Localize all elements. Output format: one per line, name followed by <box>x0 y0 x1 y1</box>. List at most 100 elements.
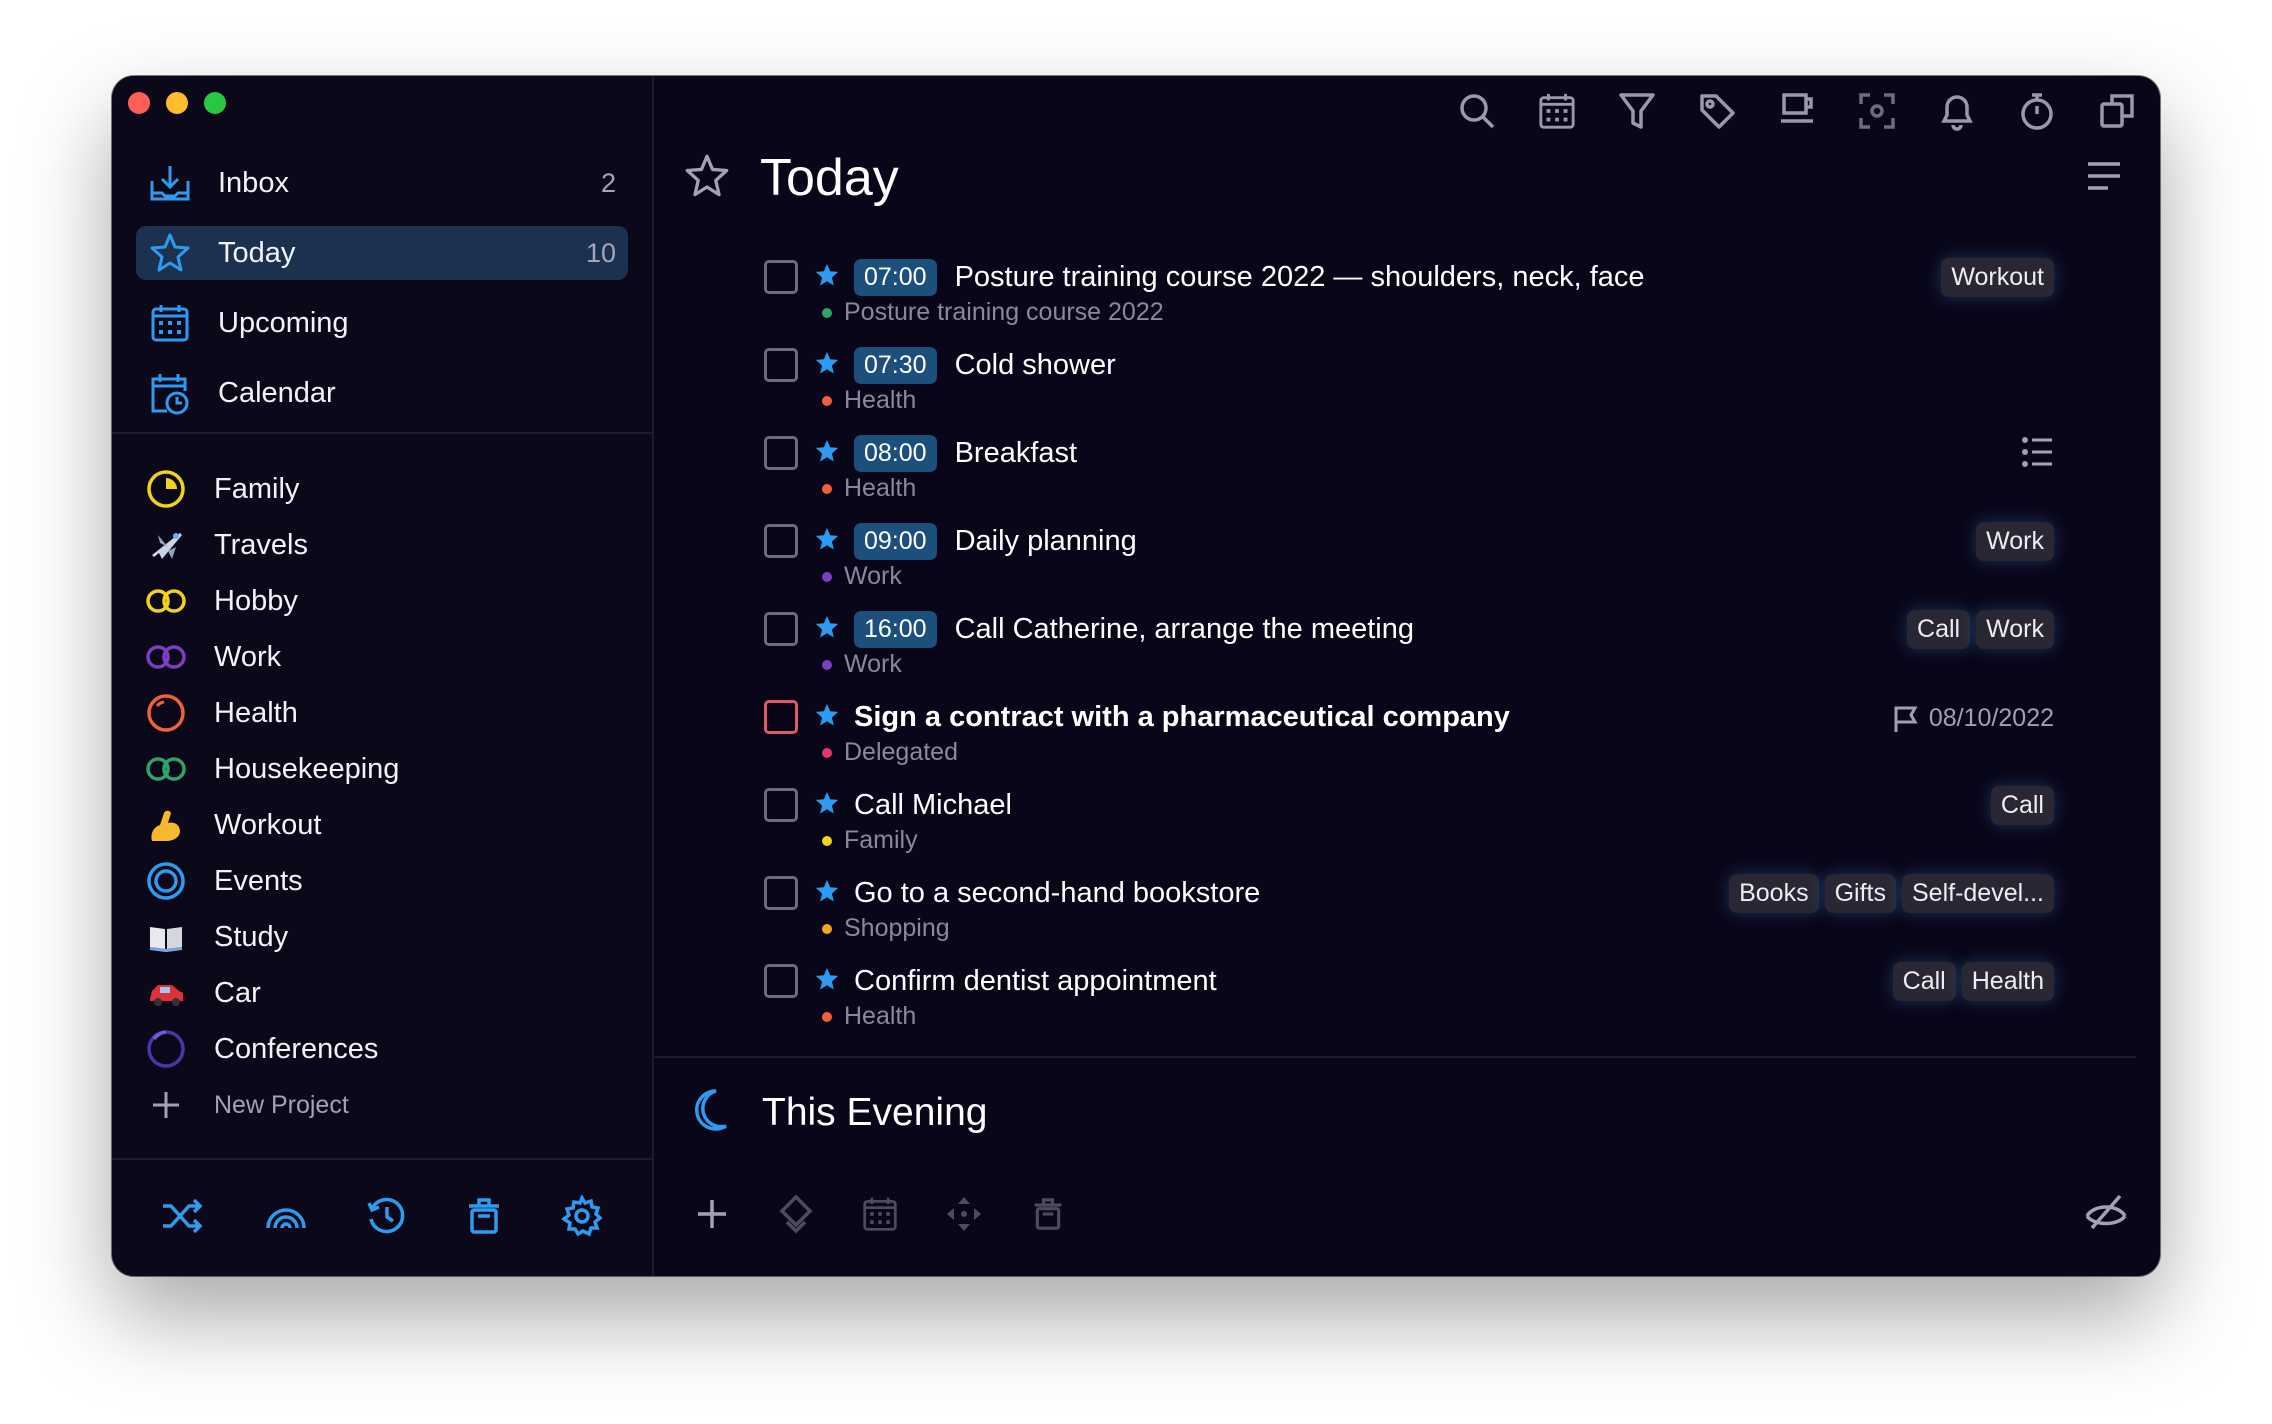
tag-chip[interactable]: Call <box>1990 786 2054 825</box>
flag-icon <box>1894 706 1918 732</box>
copy-icon[interactable] <box>2094 88 2140 134</box>
project-label: Car <box>214 976 261 1009</box>
project-conferences[interactable]: Conferences <box>144 1024 624 1074</box>
list-menu-icon[interactable] <box>2086 160 2122 197</box>
task-row[interactable]: Go to a second-hand bookstore Shopping B… <box>764 872 2054 956</box>
sidebar-item-inbox[interactable]: Inbox 2 <box>136 156 628 210</box>
task-checkbox[interactable] <box>764 788 798 822</box>
eye-slash-icon[interactable] <box>2084 1192 2128 1237</box>
close-window-button[interactable] <box>128 92 150 114</box>
tag-chip[interactable]: Health <box>1961 962 2054 1001</box>
task-row[interactable]: 07:30 Cold shower Health <box>764 344 2054 428</box>
new-project-label: New Project <box>214 1090 349 1119</box>
star-icon[interactable] <box>814 614 840 645</box>
tag-chip[interactable]: Self-devel... <box>1901 874 2054 913</box>
star-icon[interactable] <box>814 526 840 557</box>
star-icon[interactable] <box>814 262 840 293</box>
star-icon <box>684 153 730 204</box>
project-events[interactable]: Events <box>144 856 624 906</box>
gear-icon[interactable] <box>560 1193 603 1242</box>
star-icon[interactable] <box>814 702 840 733</box>
stopwatch-icon[interactable] <box>2014 88 2060 134</box>
project-family[interactable]: Family <box>144 464 624 514</box>
task-checkbox[interactable] <box>764 612 798 646</box>
project-housekeeping[interactable]: Housekeeping <box>144 744 624 794</box>
task-row[interactable]: Confirm dentist appointment Health Call … <box>764 960 2054 1044</box>
project-hobby[interactable]: Hobby <box>144 576 624 626</box>
car-icon <box>144 971 188 1015</box>
task-row[interactable]: 07:00 Posture training course 2022 — sho… <box>764 256 2054 340</box>
task-checkbox[interactable] <box>764 524 798 558</box>
calendar-icon[interactable] <box>858 1192 902 1236</box>
task-row[interactable]: Call Michael Family Call <box>764 784 2054 868</box>
task-checkbox[interactable] <box>764 260 798 294</box>
task-row[interactable]: 09:00 Daily planning Work Work <box>764 520 2054 604</box>
task-checkbox[interactable] <box>764 436 798 470</box>
section-this-evening[interactable]: This Evening <box>690 1088 987 1137</box>
sidebar-item-today[interactable]: Today 10 <box>136 226 628 280</box>
count-badge: 2 <box>600 167 616 198</box>
sidebar-item-calendar[interactable]: Calendar <box>136 366 628 420</box>
task-checkbox[interactable] <box>764 964 798 998</box>
star-icon[interactable] <box>814 966 840 997</box>
cup-icon[interactable] <box>1774 88 1820 134</box>
trash-icon[interactable] <box>466 1196 502 1241</box>
tag-chip[interactable]: Books <box>1729 874 1819 913</box>
star-icon[interactable] <box>814 350 840 381</box>
deadline[interactable]: 08/10/2022 <box>1893 704 2054 733</box>
task-row[interactable]: 16:00 Call Catherine, arrange the meetin… <box>764 608 2054 692</box>
tag-chip[interactable]: Work <box>1976 522 2054 561</box>
filter-icon[interactable] <box>1614 88 1660 134</box>
project-label: Work <box>214 640 282 673</box>
project-workout[interactable]: Workout <box>144 800 624 850</box>
tag-chip[interactable]: Call <box>1907 610 1971 649</box>
project-health[interactable]: Health <box>144 688 624 738</box>
task-project: Posture training course 2022 <box>844 298 1164 326</box>
sidebar-item-label: Today <box>218 236 296 269</box>
project-dot <box>822 1011 832 1022</box>
task-checkbox[interactable] <box>764 700 798 734</box>
trash-icon[interactable] <box>1026 1192 1070 1236</box>
task-checkbox[interactable] <box>764 348 798 382</box>
tag-chip[interactable]: Gifts <box>1824 874 1896 913</box>
sidebar-item-upcoming[interactable]: Upcoming <box>136 296 628 350</box>
zoom-window-button[interactable] <box>204 92 226 114</box>
tag-chip[interactable]: Workout <box>1941 258 2054 297</box>
diamond-arrows-icon[interactable] <box>774 1192 818 1236</box>
page-header: Today <box>684 148 899 208</box>
minimize-window-button[interactable] <box>166 92 188 114</box>
project-work[interactable]: Work <box>144 632 624 682</box>
star-icon[interactable] <box>814 878 840 909</box>
star-icon[interactable] <box>814 790 840 821</box>
task-title: Posture training course 2022 — shoulders… <box>954 260 1645 293</box>
task-row[interactable]: 08:00 Breakfast Health <box>764 432 2054 516</box>
task-checkbox[interactable] <box>764 876 798 910</box>
time-chip: 07:30 <box>854 346 937 384</box>
deadline-date: 08/10/2022 <box>1928 704 2054 732</box>
bell-icon[interactable] <box>1934 88 1980 134</box>
project-car[interactable]: Car <box>144 968 624 1018</box>
plus-icon[interactable] <box>690 1192 734 1236</box>
project-label: Study <box>214 920 289 953</box>
tag-chip[interactable]: Work <box>1976 610 2054 649</box>
move-icon[interactable] <box>942 1192 986 1236</box>
search-icon[interactable] <box>1454 88 1500 134</box>
rainbow-icon[interactable] <box>264 1196 308 1241</box>
checklist-icon[interactable] <box>2022 436 2054 473</box>
project-dot <box>822 307 832 318</box>
shuffle-icon[interactable] <box>161 1196 205 1241</box>
time-chip: 08:00 <box>854 434 937 472</box>
calendar-icon[interactable] <box>1534 88 1580 134</box>
project-dot <box>822 923 832 934</box>
open-book-icon <box>144 915 188 959</box>
tag-chip[interactable]: Call <box>1892 962 1956 1001</box>
star-icon[interactable] <box>814 438 840 469</box>
project-travels[interactable]: Travels <box>144 520 624 570</box>
project-label: Housekeeping <box>214 752 400 785</box>
tag-icon[interactable] <box>1694 88 1740 134</box>
project-study[interactable]: Study <box>144 912 624 962</box>
history-icon[interactable] <box>366 1195 408 1242</box>
new-project-button[interactable]: New Project <box>144 1080 624 1130</box>
task-row[interactable]: Sign a contract with a pharmaceutical co… <box>764 696 2054 780</box>
focus-icon[interactable] <box>1854 88 1900 134</box>
